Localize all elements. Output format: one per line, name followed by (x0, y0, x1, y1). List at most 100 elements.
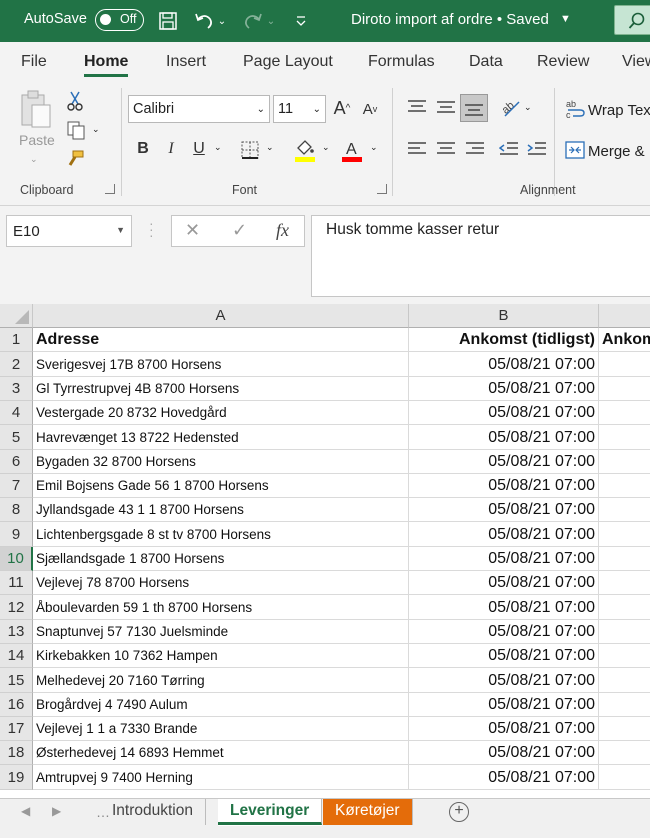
cell-b[interactable]: 05/08/21 07:00 (409, 547, 599, 571)
cell-a[interactable]: Vejlevej 1 1 a 7330 Brande (33, 717, 409, 741)
clipboard-launcher-icon[interactable] (105, 184, 115, 194)
name-box[interactable]: E10 ▼ (6, 215, 132, 247)
cell-a[interactable]: Lichtenbergsgade 8 st tv 8700 Horsens (33, 522, 409, 547)
cell-b[interactable]: 05/08/21 07:00 (409, 450, 599, 474)
cell-a[interactable]: Bygaden 32 8700 Horsens (33, 450, 409, 474)
cell-c[interactable] (599, 450, 650, 474)
tab-file[interactable]: File (21, 53, 47, 71)
cell-a[interactable]: Jyllandsgade 43 1 1 8700 Horsens (33, 498, 409, 522)
cell-c[interactable] (599, 741, 650, 765)
select-all-button[interactable] (0, 304, 33, 328)
paste-label[interactable]: Paste (19, 132, 55, 148)
wrap-text-button[interactable]: Wrap Text (588, 102, 650, 119)
cell-c[interactable] (599, 401, 650, 425)
font-launcher-icon[interactable] (377, 184, 387, 194)
cell-a[interactable]: Østerhedevej 14 6893 Hemmet (33, 741, 409, 765)
cell-c[interactable] (599, 620, 650, 644)
tab-data[interactable]: Data (469, 53, 503, 71)
decrease-font-icon[interactable]: Av (358, 98, 382, 120)
cell-c[interactable] (599, 425, 650, 450)
font-color-dropdown-icon[interactable]: ⌄ (370, 142, 378, 153)
increase-font-icon[interactable]: A ^ (330, 96, 354, 120)
paste-icon[interactable] (16, 88, 56, 132)
increase-indent-icon[interactable] (525, 139, 549, 159)
align-bottom-icon[interactable] (460, 94, 488, 122)
row-header[interactable]: 2 (0, 352, 33, 377)
cell-b[interactable]: 05/08/21 07:00 (409, 693, 599, 717)
column-header-a[interactable]: A (33, 304, 409, 328)
undo-dropdown-icon[interactable]: ⌄ (215, 8, 229, 34)
cell-c[interactable] (599, 595, 650, 620)
format-painter-icon[interactable] (64, 148, 86, 170)
fill-color-icon[interactable] (292, 137, 318, 163)
cell-b[interactable]: 05/08/21 07:00 (409, 425, 599, 450)
cell-b[interactable]: 05/08/21 07:00 (409, 498, 599, 522)
cell-c[interactable] (599, 522, 650, 547)
cell-a[interactable]: Gl Tyrrestrupvej 4B 8700 Horsens (33, 377, 409, 401)
row-header[interactable]: 19 (0, 765, 33, 790)
name-box-dropdown-icon[interactable]: ▼ (116, 225, 125, 235)
cell-b[interactable]: 05/08/21 07:00 (409, 352, 599, 377)
autosave-toggle[interactable]: Off (95, 9, 144, 31)
insert-function-button[interactable]: fx (276, 220, 289, 241)
tab-view[interactable]: View (622, 53, 650, 71)
column-header-b[interactable]: B (409, 304, 599, 328)
cell-c[interactable] (599, 498, 650, 522)
align-top-icon[interactable] (405, 97, 429, 117)
row-header[interactable]: 17 (0, 717, 33, 741)
row-header[interactable]: 13 (0, 620, 33, 644)
cell-c[interactable] (599, 377, 650, 401)
enter-icon[interactable]: ✓ (232, 220, 247, 241)
save-icon[interactable] (155, 8, 181, 34)
orientation-dropdown-icon[interactable]: ⌄ (524, 102, 532, 113)
align-middle-icon[interactable] (434, 97, 458, 117)
row-header[interactable]: 14 (0, 644, 33, 668)
sheet-prev-icon[interactable]: ◀ (21, 804, 30, 818)
cell-b[interactable]: 05/08/21 07:00 (409, 741, 599, 765)
sheet-tab-introduktion[interactable]: Introduktion (100, 799, 206, 825)
borders-icon[interactable] (239, 139, 261, 161)
row-header[interactable]: 9 (0, 522, 33, 547)
merge-button[interactable]: Merge & (588, 143, 645, 160)
cell-c[interactable] (599, 352, 650, 377)
row-header[interactable]: 10 (0, 547, 33, 571)
cell-b[interactable]: 05/08/21 07:00 (409, 765, 599, 790)
grip-icon[interactable]: · · · (149, 216, 154, 242)
cell-c[interactable] (599, 693, 650, 717)
cell-c[interactable] (599, 717, 650, 741)
orientation-icon[interactable]: ab (497, 95, 523, 119)
cell-b[interactable]: 05/08/21 07:00 (409, 595, 599, 620)
title-dropdown-icon[interactable]: ▼ (560, 13, 571, 25)
customize-toolbar-icon[interactable] (288, 8, 314, 34)
align-left-icon[interactable] (405, 139, 429, 159)
copy-dropdown-icon[interactable]: ⌄ (92, 124, 100, 135)
bold-button[interactable]: B (133, 138, 153, 160)
cell-c[interactable] (599, 474, 650, 498)
add-sheet-icon[interactable]: + (449, 802, 469, 822)
tab-page-layout[interactable]: Page Layout (243, 53, 333, 71)
font-color-icon[interactable]: A (339, 137, 365, 163)
tab-formulas[interactable]: Formulas (368, 53, 435, 71)
sheet-next-icon[interactable]: ▶ (52, 804, 61, 818)
row-header[interactable]: 15 (0, 668, 33, 693)
row-header[interactable]: 7 (0, 474, 33, 498)
cell-a[interactable]: Emil Bojsens Gade 56 1 8700 Horsens (33, 474, 409, 498)
cell-c[interactable] (599, 571, 650, 595)
row-header[interactable]: 1 (0, 328, 33, 352)
font-size-combo[interactable]: 11 ⌄ (273, 95, 326, 123)
cell-b[interactable]: 05/08/21 07:00 (409, 571, 599, 595)
redo-icon[interactable] (240, 8, 266, 34)
cell-c[interactable] (599, 765, 650, 790)
cell-c[interactable] (599, 547, 650, 571)
cell-c[interactable] (599, 644, 650, 668)
row-header[interactable]: 16 (0, 693, 33, 717)
row-header[interactable]: 4 (0, 401, 33, 425)
cell-c[interactable] (599, 668, 650, 693)
cell-b[interactable]: 05/08/21 07:00 (409, 474, 599, 498)
align-right-icon[interactable] (463, 139, 487, 159)
cell-b[interactable]: 05/08/21 07:00 (409, 717, 599, 741)
paste-dropdown-icon[interactable]: ⌄ (30, 154, 38, 165)
italic-button[interactable]: I (161, 138, 181, 160)
cell-b[interactable]: 05/08/21 07:00 (409, 401, 599, 425)
fill-color-dropdown-icon[interactable]: ⌄ (322, 142, 330, 153)
